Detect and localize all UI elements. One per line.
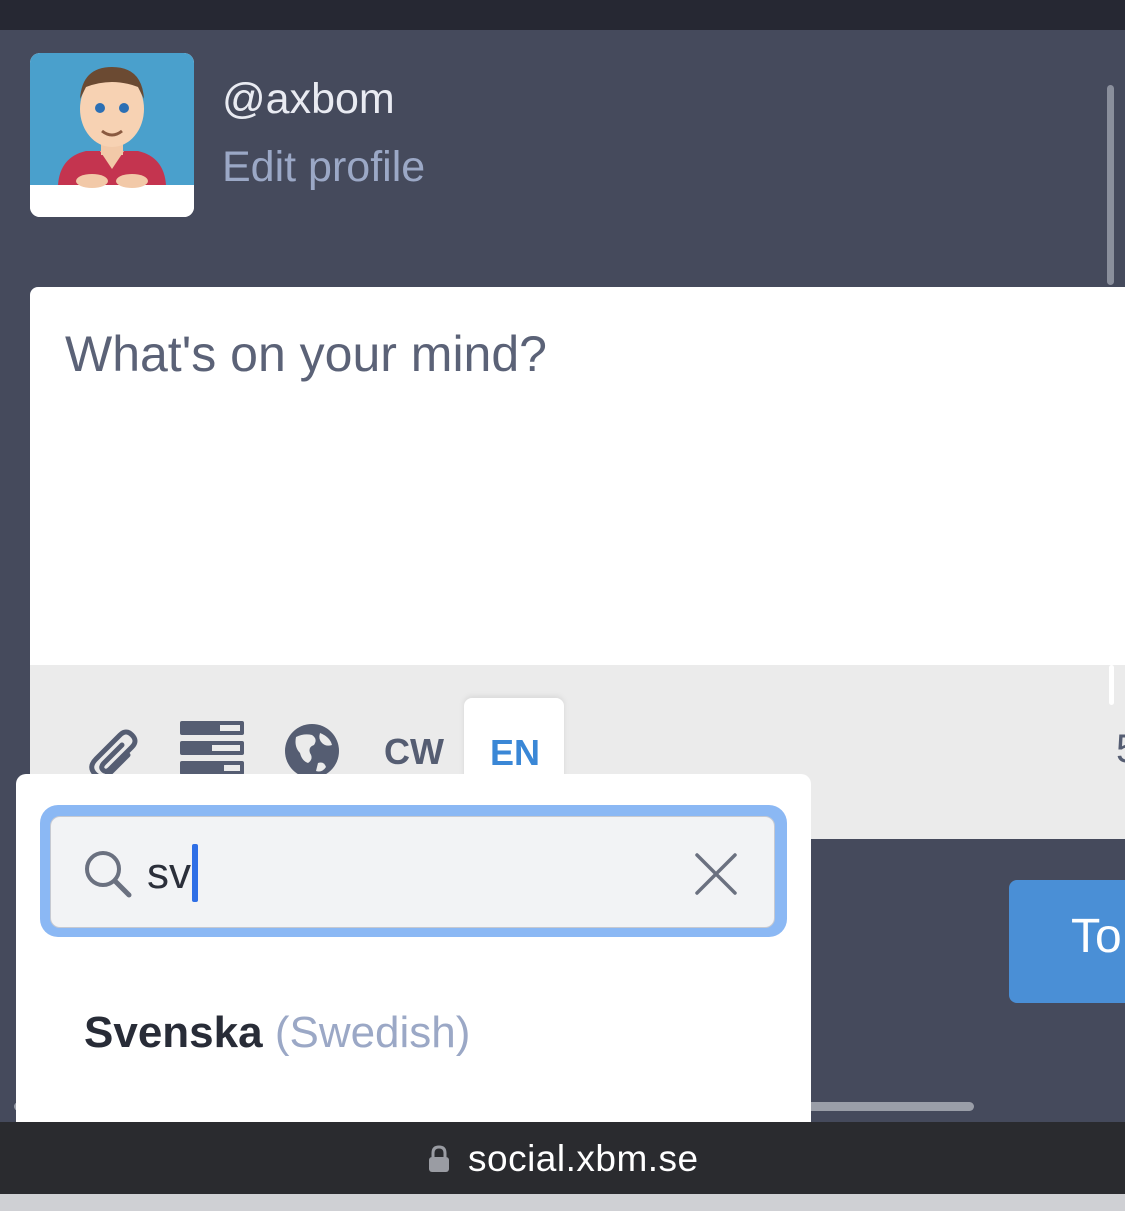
- vertical-scrollbar[interactable]: [1107, 85, 1114, 285]
- textarea-scrollbar: [1109, 665, 1114, 705]
- text-caret: [192, 844, 198, 902]
- content-warning-button[interactable]: CW: [384, 731, 444, 773]
- profile-handle: @axbom: [222, 75, 395, 123]
- language-search-input[interactable]: sv: [50, 816, 775, 928]
- search-icon: [83, 849, 133, 904]
- compose-placeholder: What's on your mind?: [65, 326, 547, 382]
- edit-profile-link[interactable]: Edit profile: [222, 143, 425, 192]
- close-icon[interactable]: [693, 851, 739, 902]
- compose-textarea[interactable]: What's on your mind?: [30, 287, 1125, 665]
- language-dropdown: sv Svenska (Swedish): [16, 774, 811, 1122]
- bottom-strip: [0, 1194, 1125, 1211]
- character-counter: 5: [1116, 727, 1125, 772]
- avatar[interactable]: [30, 53, 194, 217]
- language-english-name: (Swedish): [274, 1008, 471, 1057]
- language-code: EN: [490, 732, 541, 773]
- url-text: social.xbm.se: [468, 1138, 699, 1179]
- poll-icon[interactable]: [180, 721, 244, 780]
- search-value: sv: [147, 844, 198, 902]
- language-option-swedish[interactable]: Svenska (Swedish): [84, 1008, 470, 1058]
- lock-icon: [428, 1145, 450, 1178]
- status-bar: [0, 0, 1125, 30]
- publish-button[interactable]: To: [1009, 880, 1125, 1003]
- language-native-name: Svenska: [84, 1008, 263, 1057]
- browser-url-bar[interactable]: social.xbm.se: [0, 1122, 1125, 1194]
